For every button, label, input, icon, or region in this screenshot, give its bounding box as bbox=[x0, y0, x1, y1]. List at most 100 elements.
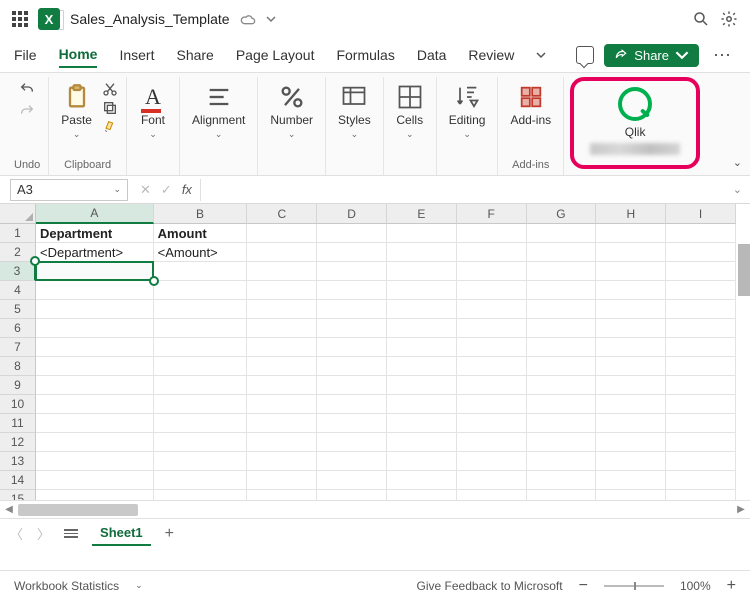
row-header-8[interactable]: 8 bbox=[0, 357, 36, 376]
cell-I1[interactable] bbox=[666, 224, 736, 243]
cell-H12[interactable] bbox=[596, 433, 666, 452]
vertical-scrollbar-thumb[interactable] bbox=[738, 244, 750, 296]
number-button[interactable]: Number ⌄ bbox=[266, 81, 317, 142]
cell-I2[interactable] bbox=[666, 243, 736, 262]
cell-H11[interactable] bbox=[596, 414, 666, 433]
cell-I4[interactable] bbox=[666, 281, 736, 300]
cell-E1[interactable] bbox=[387, 224, 457, 243]
undo-icon[interactable] bbox=[19, 81, 35, 97]
cell-B11[interactable] bbox=[154, 414, 248, 433]
cell-A14[interactable] bbox=[36, 471, 154, 490]
cell-I8[interactable] bbox=[666, 357, 736, 376]
cell-E7[interactable] bbox=[387, 338, 457, 357]
zoom-in-button[interactable]: + bbox=[727, 577, 736, 595]
select-all-corner[interactable] bbox=[0, 204, 36, 224]
cell-B15[interactable] bbox=[154, 490, 248, 500]
cell-D3[interactable] bbox=[317, 262, 387, 281]
cell-E6[interactable] bbox=[387, 319, 457, 338]
cell-C6[interactable] bbox=[247, 319, 317, 338]
cell-H15[interactable] bbox=[596, 490, 666, 500]
cell-D5[interactable] bbox=[317, 300, 387, 319]
cell-I13[interactable] bbox=[666, 452, 736, 471]
cell-G12[interactable] bbox=[527, 433, 597, 452]
cell-B7[interactable] bbox=[154, 338, 248, 357]
cell-B12[interactable] bbox=[154, 433, 248, 452]
column-header-G[interactable]: G bbox=[527, 204, 597, 224]
styles-button[interactable]: Styles ⌄ bbox=[334, 81, 375, 142]
column-header-I[interactable]: I bbox=[666, 204, 736, 224]
row-header-12[interactable]: 12 bbox=[0, 433, 36, 452]
cell-B4[interactable] bbox=[154, 281, 248, 300]
cell-F9[interactable] bbox=[457, 376, 527, 395]
cell-E2[interactable] bbox=[387, 243, 457, 262]
cell-A13[interactable] bbox=[36, 452, 154, 471]
row-header-2[interactable]: 2 bbox=[0, 243, 36, 262]
fx-icon[interactable]: fx bbox=[182, 182, 192, 197]
cell-C7[interactable] bbox=[247, 338, 317, 357]
cell-F3[interactable] bbox=[457, 262, 527, 281]
cell-E11[interactable] bbox=[387, 414, 457, 433]
cell-H9[interactable] bbox=[596, 376, 666, 395]
row-header-1[interactable]: 1 bbox=[0, 224, 36, 243]
cell-A1[interactable]: Department bbox=[36, 224, 154, 243]
cell-H5[interactable] bbox=[596, 300, 666, 319]
cell-C4[interactable] bbox=[247, 281, 317, 300]
cell-F6[interactable] bbox=[457, 319, 527, 338]
cell-A3[interactable] bbox=[36, 262, 154, 281]
cell-D13[interactable] bbox=[317, 452, 387, 471]
workbook-statistics-link[interactable]: Workbook Statistics bbox=[14, 579, 119, 593]
share-button[interactable]: Share bbox=[604, 44, 699, 67]
accept-formula-icon[interactable]: ✓ bbox=[161, 182, 172, 198]
cell-G9[interactable] bbox=[527, 376, 597, 395]
cell-G6[interactable] bbox=[527, 319, 597, 338]
zoom-level[interactable]: 100% bbox=[680, 579, 711, 593]
cell-A7[interactable] bbox=[36, 338, 154, 357]
cell-A9[interactable] bbox=[36, 376, 154, 395]
name-box[interactable]: A3 ⌄ bbox=[10, 179, 128, 201]
row-header-6[interactable]: 6 bbox=[0, 319, 36, 338]
tab-insert[interactable]: Insert bbox=[119, 43, 154, 67]
cell-C14[interactable] bbox=[247, 471, 317, 490]
cell-D8[interactable] bbox=[317, 357, 387, 376]
column-header-H[interactable]: H bbox=[596, 204, 666, 224]
cell-G3[interactable] bbox=[527, 262, 597, 281]
cell-C9[interactable] bbox=[247, 376, 317, 395]
cell-G7[interactable] bbox=[527, 338, 597, 357]
cell-G2[interactable] bbox=[527, 243, 597, 262]
cell-G13[interactable] bbox=[527, 452, 597, 471]
cell-I15[interactable] bbox=[666, 490, 736, 500]
cell-G15[interactable] bbox=[527, 490, 597, 500]
zoom-slider[interactable] bbox=[604, 585, 664, 587]
cell-G10[interactable] bbox=[527, 395, 597, 414]
cell-D14[interactable] bbox=[317, 471, 387, 490]
qlik-addin-highlight[interactable]: Qlik bbox=[570, 77, 700, 169]
paste-button[interactable]: Paste ⌄ bbox=[57, 81, 96, 142]
cancel-formula-icon[interactable]: ✕ bbox=[140, 182, 151, 198]
cell-A15[interactable] bbox=[36, 490, 154, 500]
cell-F10[interactable] bbox=[457, 395, 527, 414]
all-sheets-icon[interactable] bbox=[64, 529, 78, 538]
copy-icon[interactable] bbox=[102, 100, 118, 116]
cell-I3[interactable] bbox=[666, 262, 736, 281]
format-painter-icon[interactable] bbox=[102, 119, 118, 135]
cell-D6[interactable] bbox=[317, 319, 387, 338]
zoom-out-button[interactable]: − bbox=[579, 577, 588, 595]
cell-A10[interactable] bbox=[36, 395, 154, 414]
cell-E4[interactable] bbox=[387, 281, 457, 300]
cell-C13[interactable] bbox=[247, 452, 317, 471]
tab-share[interactable]: Share bbox=[176, 43, 213, 67]
row-header-7[interactable]: 7 bbox=[0, 338, 36, 357]
cell-F8[interactable] bbox=[457, 357, 527, 376]
cell-B1[interactable]: Amount bbox=[154, 224, 248, 243]
column-header-C[interactable]: C bbox=[247, 204, 317, 224]
cell-E12[interactable] bbox=[387, 433, 457, 452]
filename[interactable]: Sales_Analysis_Template bbox=[70, 11, 230, 27]
cell-E14[interactable] bbox=[387, 471, 457, 490]
cell-B10[interactable] bbox=[154, 395, 248, 414]
cell-H4[interactable] bbox=[596, 281, 666, 300]
cell-C3[interactable] bbox=[247, 262, 317, 281]
sheet-nav-prev-icon[interactable]: 〈 bbox=[10, 524, 23, 543]
cell-F14[interactable] bbox=[457, 471, 527, 490]
tab-page-layout[interactable]: Page Layout bbox=[236, 43, 315, 67]
cell-I5[interactable] bbox=[666, 300, 736, 319]
